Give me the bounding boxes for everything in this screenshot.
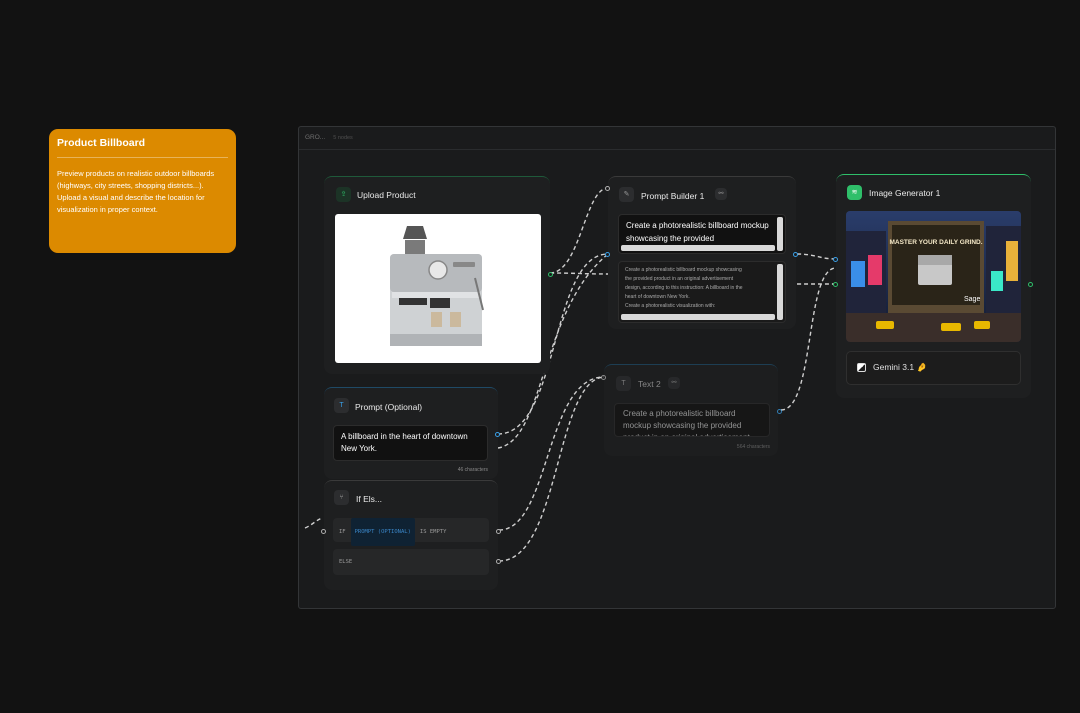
preview-scrollbar-h[interactable]	[621, 314, 775, 320]
if-else-title: If Els...	[356, 494, 382, 504]
prompt-char-count: 46 characters	[457, 467, 488, 473]
generator-input-port-2[interactable]	[833, 282, 838, 287]
wire-in-ifelse	[304, 517, 323, 529]
generator-output-port[interactable]	[1028, 282, 1033, 287]
preview-line: Create a photorealistic billboard mockup…	[625, 267, 742, 273]
layers-icon: ≋	[847, 185, 862, 200]
prompt-output-port[interactable]	[495, 432, 500, 437]
model-name: Gemini 3.1 🤌	[873, 362, 928, 372]
prompt-builder-title: Prompt Builder 1	[641, 191, 705, 201]
if-keyword: IF	[339, 529, 346, 535]
prompt-optional-title: Prompt (Optional)	[355, 402, 423, 412]
espresso-machine-image	[390, 226, 484, 346]
billboard-headline: MASTER YOUR DAILY GRIND.	[889, 239, 982, 246]
billboard-scene-image: MASTER YOUR DAILY GRIND. Sage	[846, 211, 1021, 342]
generated-image[interactable]: MASTER YOUR DAILY GRIND. Sage	[846, 211, 1021, 342]
builder-input-port-prompt[interactable]	[605, 252, 610, 257]
template-scrollbar-v[interactable]	[777, 217, 783, 251]
text-icon: T	[616, 376, 631, 391]
text2-node[interactable]: T Text 2 ⚯ Create a photorealistic billb…	[601, 364, 782, 456]
else-output-port[interactable]	[496, 559, 501, 564]
prompt-template-input[interactable]: Create a photorealistic billboard mockup…	[618, 214, 786, 254]
wire-builder-to-generator	[796, 253, 837, 260]
product-image[interactable]	[335, 214, 541, 363]
builder-output-port[interactable]	[793, 252, 798, 257]
text2-output-port[interactable]	[777, 409, 782, 414]
branch-icon: ⑂	[334, 490, 349, 505]
if-else-input-port[interactable]	[321, 529, 326, 534]
pencil-icon: ✎	[619, 187, 634, 202]
text2-title: Text 2	[638, 379, 661, 389]
prompt-optional-node[interactable]: T Prompt (Optional) A billboard in the h…	[324, 387, 500, 479]
preview-line: design, according to this instruction: A…	[625, 285, 743, 291]
preview-line: heart of downtown New York.	[625, 294, 690, 300]
else-row[interactable]: ELSE	[333, 549, 489, 575]
preview-text: Create a photorealistic billboard mockup…	[619, 262, 785, 315]
preview-line: Create a photorealistic visualization wi…	[625, 303, 716, 309]
prompt-optional-value: A billboard in the heart of downtown New…	[341, 432, 468, 453]
text2-input-port[interactable]	[601, 375, 606, 380]
condition-variable[interactable]: PROMPT (OPTIONAL)	[350, 518, 415, 546]
wire-upload-to-builder	[549, 272, 609, 275]
upload-title: Upload Product	[357, 190, 416, 200]
builder-input-port-image[interactable]	[605, 186, 610, 191]
template-scrollbar-h[interactable]	[621, 245, 775, 251]
text2-input[interactable]: Create a photorealistic billboard mockup…	[614, 403, 770, 437]
preview-line: the provided product in an original adve…	[625, 276, 734, 282]
wire-upload-to-builder-image	[549, 187, 609, 274]
upload-product-node[interactable]: ⇪ Upload Product	[324, 176, 553, 374]
if-output-port[interactable]	[496, 529, 501, 534]
else-keyword: ELSE	[339, 559, 353, 565]
link-icon[interactable]: ⚯	[668, 377, 680, 389]
model-selector[interactable]: Gemini 3.1 🤌	[846, 351, 1021, 385]
model-icon	[857, 363, 866, 372]
generator-input-port-1[interactable]	[833, 257, 838, 262]
link-icon[interactable]: ⚯	[715, 188, 727, 200]
prompt-preview[interactable]: Create a photorealistic billboard mockup…	[618, 261, 786, 323]
text2-value: Create a photorealistic billboard mockup…	[623, 409, 750, 436]
wire-if-to-text2	[498, 376, 605, 531]
prompt-builder-node[interactable]: ✎ Prompt Builder 1 ⚯ Create a photoreali…	[605, 176, 798, 329]
prompt-optional-input[interactable]: A billboard in the heart of downtown New…	[333, 425, 488, 461]
wire-else-to-text2	[498, 376, 605, 562]
billboard-brand: Sage	[964, 296, 980, 303]
upload-output-port[interactable]	[548, 272, 553, 277]
image-generator-node[interactable]: ≋ Image Generator 1 MASTER YOUR DAILY GR…	[833, 174, 1033, 398]
preview-scrollbar-v[interactable]	[777, 264, 783, 320]
text-icon: T	[334, 398, 349, 413]
upload-icon: ⇪	[336, 187, 351, 202]
prompt-template-text: Create a photorealistic billboard mockup…	[626, 221, 769, 243]
condition-operator[interactable]: IS EMPTY	[420, 529, 447, 535]
if-condition-row[interactable]: IF PROMPT (OPTIONAL) IS EMPTY	[333, 518, 489, 546]
text2-char-count: 564 characters	[736, 444, 770, 450]
image-generator-title: Image Generator 1	[869, 188, 941, 198]
if-else-node[interactable]: ⑂ If Els... IF PROMPT (OPTIONAL) IS EMPTY …	[321, 480, 501, 590]
